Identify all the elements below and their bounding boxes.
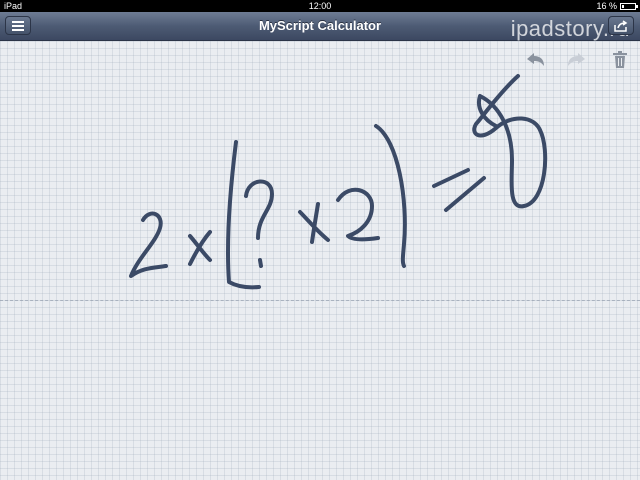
ink-digit-2-b xyxy=(336,187,380,242)
ink-digit-8 xyxy=(472,74,548,209)
ink-plus-sign xyxy=(298,202,330,244)
ink-question-mark xyxy=(244,179,274,240)
ink-question-dot xyxy=(258,258,263,268)
ink-digit-2 xyxy=(129,211,168,278)
ink-times-sign xyxy=(188,230,212,266)
ink-equals-sign xyxy=(432,168,486,212)
ink-right-paren xyxy=(374,124,407,268)
handwritten-expression xyxy=(129,74,548,290)
ink-left-bracket xyxy=(225,140,261,290)
